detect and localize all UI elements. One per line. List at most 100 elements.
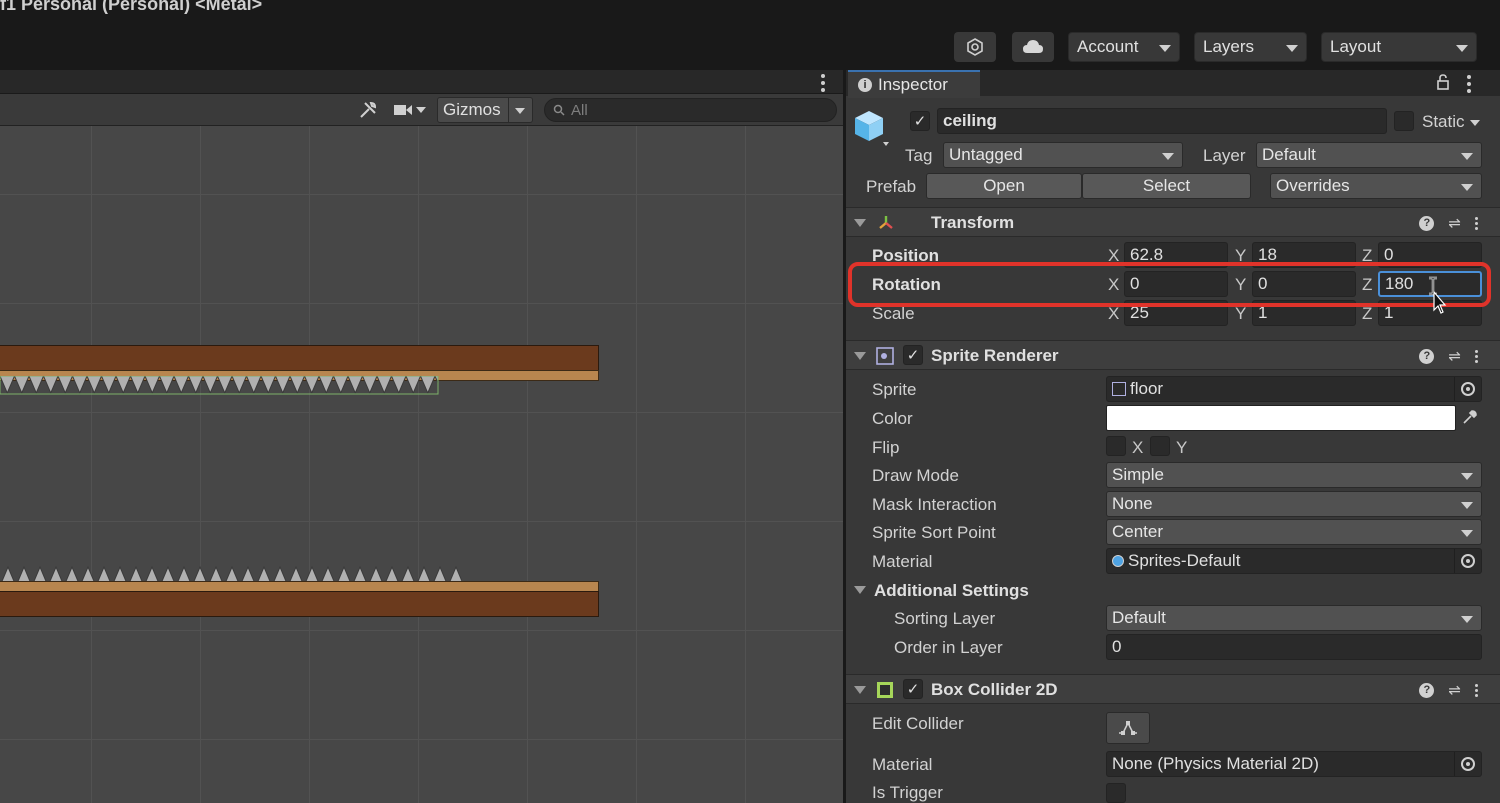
prefab-label: Prefab	[866, 177, 917, 196]
component-menu-icon[interactable]	[1475, 683, 1478, 697]
scale-label[interactable]: Scale	[872, 304, 915, 324]
lock-icon[interactable]	[1436, 74, 1450, 90]
draw-mode-dropdown[interactable]: Simple	[1106, 462, 1482, 488]
more-options-icon[interactable]	[821, 74, 825, 95]
scale-x-axis[interactable]: X	[1108, 304, 1119, 324]
sprite-field[interactable]: floor	[1106, 376, 1482, 402]
layers-dropdown[interactable]: Layers	[1194, 32, 1307, 62]
tag-dropdown[interactable]: Untagged	[943, 142, 1183, 168]
eyedropper-icon[interactable]	[1462, 409, 1478, 425]
presets-icon[interactable]: ⇌	[1448, 681, 1461, 699]
object-picker-icon[interactable]	[1461, 382, 1475, 396]
color-swatch[interactable]	[1106, 405, 1456, 431]
mask-interaction-dropdown[interactable]: None	[1106, 491, 1482, 517]
flip-label: Flip	[872, 438, 900, 457]
flip-x-label: X	[1132, 438, 1144, 457]
prefab-select-button[interactable]: Select	[1082, 173, 1251, 199]
component-menu-icon[interactable]	[1475, 216, 1478, 230]
additional-settings-label[interactable]: Additional Settings	[874, 581, 1029, 601]
help-icon[interactable]: ?	[1419, 348, 1435, 364]
info-icon: i	[858, 78, 872, 92]
position-z-axis[interactable]: Z	[1362, 246, 1372, 266]
static-checkbox[interactable]	[1394, 111, 1414, 131]
rotation-x-field[interactable]: 0	[1124, 271, 1228, 297]
prefab-open-button[interactable]: Open	[926, 173, 1082, 199]
rotation-label[interactable]: Rotation	[872, 275, 941, 295]
sprite-renderer-enabled-checkbox[interactable]: ✓	[903, 345, 923, 365]
camera-icon[interactable]	[390, 96, 434, 124]
cloud-icon[interactable]	[1012, 32, 1054, 62]
object-picker-icon[interactable]	[1461, 757, 1475, 771]
prefab-overrides-dropdown[interactable]: Overrides	[1270, 173, 1482, 199]
flip-y-checkbox[interactable]	[1150, 436, 1170, 456]
help-icon[interactable]: ?	[1419, 682, 1435, 698]
sorting-layer-label: Sorting Layer	[894, 609, 996, 628]
box-collider-header-icons: ? ⇌	[1419, 681, 1478, 699]
order-in-layer-field[interactable]: 0	[1106, 634, 1482, 660]
inspector-menu-icon[interactable]	[1467, 75, 1471, 96]
transform-title: Transform	[931, 213, 1015, 232]
foldout-arrow-icon[interactable]	[854, 352, 866, 360]
rotation-y-field[interactable]: 0	[1252, 271, 1356, 297]
box-collider-enabled-checkbox[interactable]: ✓	[903, 679, 923, 699]
sprite-sort-point-dropdown[interactable]: Center	[1106, 519, 1482, 545]
static-label[interactable]: Static	[1422, 112, 1465, 132]
layer-value: Default	[1262, 145, 1316, 164]
gameobject-cube-icon[interactable]	[853, 108, 893, 150]
sprite-asset-icon	[1112, 382, 1126, 396]
is-trigger-checkbox[interactable]	[1106, 783, 1126, 803]
scene-search-input[interactable]: All	[544, 98, 837, 122]
position-x-field[interactable]: 62.8	[1124, 242, 1228, 268]
flip-x-checkbox[interactable]	[1106, 436, 1126, 456]
scale-y-field[interactable]: 1	[1252, 300, 1356, 326]
sprite-renderer-title: Sprite Renderer	[931, 346, 1059, 365]
tools-icon[interactable]	[352, 96, 384, 124]
foldout-arrow-icon[interactable]	[854, 686, 866, 694]
layout-dropdown[interactable]: Layout	[1321, 32, 1477, 62]
transform-header[interactable]: Transform ? ⇌	[846, 207, 1500, 237]
draw-mode-label: Draw Mode	[872, 466, 959, 485]
material-field[interactable]: Sprites-Default	[1106, 548, 1482, 574]
scale-z-axis[interactable]: Z	[1362, 304, 1372, 324]
presets-icon[interactable]: ⇌	[1448, 347, 1461, 365]
layer-dropdown[interactable]: Default	[1256, 142, 1482, 168]
object-name-field[interactable]: ceiling	[937, 108, 1387, 134]
foldout-arrow-icon[interactable]	[854, 586, 866, 594]
floor-sprite[interactable]	[0, 591, 599, 617]
component-menu-icon[interactable]	[1475, 349, 1478, 363]
ceiling-sprite[interactable]	[0, 345, 599, 371]
position-y-field[interactable]: 18	[1252, 242, 1356, 268]
presets-icon[interactable]: ⇌	[1448, 214, 1461, 232]
position-label[interactable]: Position	[872, 246, 939, 266]
object-active-checkbox[interactable]: ✓	[910, 111, 930, 131]
gizmos-button[interactable]: Gizmos	[437, 97, 533, 123]
box-collider-header[interactable]: ✓ Box Collider 2D ? ⇌	[846, 674, 1500, 704]
scene-view[interactable]: Gizmos All	[0, 70, 843, 803]
collab-icon[interactable]	[954, 32, 996, 62]
chevron-down-icon[interactable]	[515, 108, 525, 114]
position-y-axis[interactable]: Y	[1235, 246, 1246, 266]
rotation-z-axis[interactable]: Z	[1362, 275, 1372, 295]
tab-inspector-label: Inspector	[878, 75, 948, 94]
chevron-down-icon	[1162, 153, 1174, 160]
scale-y-axis[interactable]: Y	[1235, 304, 1246, 324]
chevron-down-icon[interactable]	[1470, 120, 1480, 126]
position-z-field[interactable]: 0	[1378, 242, 1482, 268]
rotation-x-axis[interactable]: X	[1108, 275, 1119, 295]
scale-x-field[interactable]: 25	[1124, 300, 1228, 326]
help-icon[interactable]: ?	[1419, 215, 1435, 231]
ceiling-spikes[interactable]	[0, 376, 440, 396]
scene-canvas[interactable]	[0, 126, 843, 803]
edit-collider-button[interactable]	[1106, 712, 1150, 744]
sprite-renderer-header[interactable]: ✓ Sprite Renderer ? ⇌	[846, 340, 1500, 370]
sorting-layer-dropdown[interactable]: Default	[1106, 605, 1482, 631]
chevron-down-icon	[1461, 616, 1473, 623]
collider-material-field[interactable]: None (Physics Material 2D)	[1106, 751, 1482, 777]
rotation-y-axis[interactable]: Y	[1235, 275, 1246, 295]
position-x-axis[interactable]: X	[1108, 246, 1119, 266]
layout-label: Layout	[1330, 37, 1382, 56]
tab-inspector[interactable]: i Inspector	[848, 70, 980, 98]
foldout-arrow-icon[interactable]	[854, 219, 866, 227]
object-picker-icon[interactable]	[1461, 554, 1475, 568]
account-dropdown[interactable]: Account	[1068, 32, 1180, 62]
